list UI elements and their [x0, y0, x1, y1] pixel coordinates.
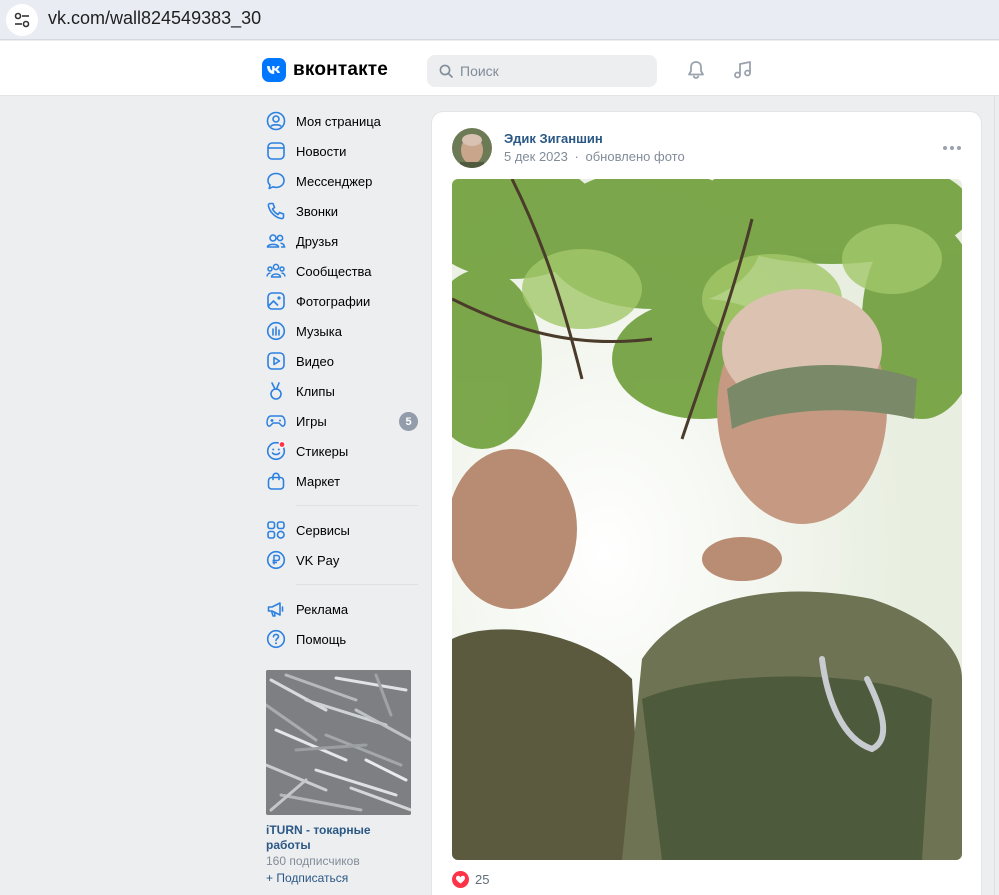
sidebar-item-label: Новости — [296, 143, 347, 159]
url-text[interactable]: vk.com/wall824549383_30 — [48, 8, 261, 29]
post-card: Эдик Зиганшин 5 дек 2023 · обновлено фот… — [431, 111, 982, 895]
vk-logo[interactable]: вконтакте — [262, 58, 388, 82]
sidebar-item-label: Игры — [296, 413, 327, 429]
like-button[interactable]: 25 — [452, 870, 489, 888]
sidebar-item-label: Фотографии — [296, 293, 371, 309]
messenger-icon — [262, 171, 290, 191]
sidebar-item-label: Стикеры — [296, 443, 349, 459]
sidebar-item-label: Клипы — [296, 383, 335, 399]
sidebar-divider — [296, 584, 418, 585]
ad-image[interactable] — [266, 670, 411, 815]
post-date[interactable]: 5 дек 2023 — [504, 149, 568, 164]
vk-header: вконтакте Поиск — [0, 41, 999, 96]
ad-subscribers: 160 подписчиков — [266, 854, 360, 868]
sidebar-item-label: Видео — [296, 353, 334, 369]
sidebar-item-services[interactable]: Сервисы — [262, 515, 418, 545]
page-scrollbar[interactable] — [994, 96, 999, 895]
ad-title[interactable]: iTURN - токарные работы — [266, 823, 416, 853]
communities-icon — [262, 261, 290, 281]
sidebar-item-help[interactable]: Помощь — [262, 624, 418, 654]
games-count-badge: 5 — [399, 412, 418, 431]
left-sidebar: Моя страница Новости Мессенджер Звонки Д… — [262, 106, 418, 654]
post-author[interactable]: Эдик Зиганшин — [504, 131, 603, 146]
meta-separator: · — [574, 149, 579, 164]
search-icon — [439, 64, 453, 78]
search-input[interactable]: Поиск — [427, 55, 657, 87]
games-icon — [262, 411, 290, 431]
sidebar-item-music[interactable]: Музыка — [262, 316, 418, 346]
music-player-icon[interactable] — [731, 58, 755, 82]
video-icon — [262, 351, 290, 371]
sidebar-divider — [296, 505, 418, 506]
sidebar-item-ads[interactable]: Реклама — [262, 594, 418, 624]
sidebar-item-my-page[interactable]: Моя страница — [262, 106, 418, 136]
post-meta: 5 дек 2023 · обновлено фото — [504, 149, 685, 164]
post-action: обновлено фото — [585, 149, 685, 164]
heart-icon — [452, 870, 469, 888]
music-icon — [262, 321, 290, 341]
sidebar-item-label: Друзья — [296, 233, 339, 249]
more-options-icon[interactable] — [940, 138, 964, 158]
clips-icon — [262, 381, 290, 401]
vk-logo-icon — [262, 58, 286, 82]
avatar[interactable] — [452, 128, 492, 168]
sidebar-item-label: Музыка — [296, 323, 342, 339]
sidebar-item-label: Мессенджер — [296, 173, 373, 189]
post-photo[interactable] — [452, 179, 962, 860]
news-icon — [262, 141, 290, 161]
sidebar-item-calls[interactable]: Звонки — [262, 196, 418, 226]
ads-icon — [262, 599, 290, 619]
sidebar-item-label: VK Pay — [296, 552, 340, 568]
vk-logo-text: вконтакте — [293, 59, 389, 80]
sidebar-item-label: Сервисы — [296, 522, 350, 538]
services-icon — [262, 520, 290, 540]
help-icon — [262, 629, 290, 649]
stickers-icon — [262, 441, 290, 461]
sidebar-item-friends[interactable]: Друзья — [262, 226, 418, 256]
like-count: 25 — [475, 871, 490, 887]
vkpay-icon — [262, 550, 290, 570]
sidebar-item-label: Звонки — [296, 203, 338, 219]
photos-icon — [262, 291, 290, 311]
sidebar-item-vkpay[interactable]: VK Pay — [262, 545, 418, 575]
sidebar-item-label: Маркет — [296, 473, 341, 489]
sidebar-item-communities[interactable]: Сообщества — [262, 256, 418, 286]
sidebar-item-video[interactable]: Видео — [262, 346, 418, 376]
sidebar-item-news[interactable]: Новости — [262, 136, 418, 166]
market-icon — [262, 471, 290, 491]
sidebar-item-label: Сообщества — [296, 263, 372, 279]
notifications-bell-icon[interactable] — [684, 58, 708, 82]
sidebar-item-market[interactable]: Маркет — [262, 466, 418, 496]
search-placeholder: Поиск — [460, 63, 499, 79]
sidebar-ad[interactable]: iTURN - токарные работы 160 подписчиков … — [266, 670, 416, 885]
browser-address-bar: vk.com/wall824549383_30 — [0, 0, 999, 40]
sidebar-item-stickers[interactable]: Стикеры — [262, 436, 418, 466]
sidebar-item-label: Реклама — [296, 601, 349, 617]
ad-subscribe-button[interactable]: + Подписаться — [266, 871, 416, 885]
profile-icon — [262, 111, 290, 131]
sidebar-item-label: Помощь — [296, 631, 347, 647]
sidebar-item-messenger[interactable]: Мессенджер — [262, 166, 418, 196]
phone-icon — [262, 201, 290, 221]
sidebar-item-clips[interactable]: Клипы — [262, 376, 418, 406]
sidebar-item-label: Моя страница — [296, 113, 381, 129]
sidebar-item-photos[interactable]: Фотографии — [262, 286, 418, 316]
friends-icon — [262, 231, 290, 251]
site-info-icon[interactable] — [6, 4, 38, 36]
sidebar-item-games[interactable]: Игры 5 — [262, 406, 418, 436]
